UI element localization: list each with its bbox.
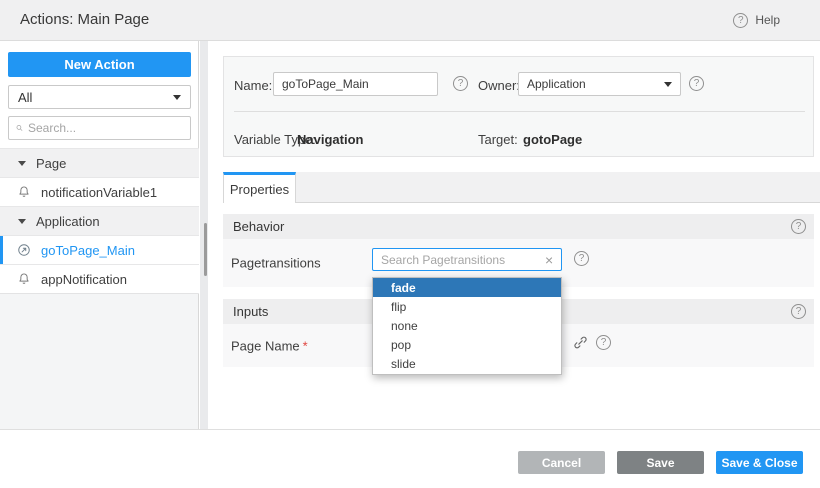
page-name-label: Page Name*	[231, 338, 308, 353]
dropdown-option-slide[interactable]: slide	[373, 355, 561, 374]
actions-editor-window: Actions: Main Page Help New Action All P…	[0, 0, 820, 488]
variable-type-value: Navigation	[297, 132, 363, 147]
dropdown-option-flip[interactable]: flip	[373, 297, 561, 316]
action-tree: Page notificationVariable1 Application	[0, 148, 199, 294]
action-summary-panel: Name:* Owner:* Application Variable Type…	[223, 56, 814, 157]
pagetransitions-dropdown: fade flip none pop slide	[372, 277, 562, 375]
tree-caret-icon	[18, 219, 26, 224]
required-asterisk: *	[303, 338, 308, 353]
tree-item-notificationvariable1[interactable]: notificationVariable1	[0, 178, 199, 207]
vertical-scrollbar-thumb[interactable]	[204, 223, 207, 276]
tree-item-label: appNotification	[41, 272, 127, 287]
notification-icon	[17, 185, 32, 200]
tree-group-label: Application	[36, 214, 100, 229]
help-button[interactable]: Help	[733, 0, 780, 40]
search-icon	[16, 122, 23, 134]
owner-value: Application	[527, 77, 586, 91]
tree-group-application[interactable]: Application	[0, 207, 199, 236]
page-title: Actions: Main Page	[20, 0, 149, 40]
behavior-help-icon[interactable]	[791, 219, 806, 234]
chevron-down-icon	[173, 95, 181, 100]
tab-properties[interactable]: Properties	[223, 172, 296, 203]
save-button[interactable]: Save	[617, 451, 704, 474]
navigation-icon	[17, 243, 32, 258]
help-icon	[733, 13, 748, 28]
tree-group-label: Page	[36, 156, 66, 171]
chevron-down-icon	[664, 82, 672, 87]
tree-group-page[interactable]: Page	[0, 149, 199, 178]
save-close-button[interactable]: Save & Close	[716, 451, 803, 474]
pagetransitions-search-input[interactable]	[373, 253, 545, 267]
tree-item-label: notificationVariable1	[41, 185, 157, 200]
actions-sidebar: New Action All Page	[0, 41, 199, 429]
dropdown-option-fade[interactable]: fade	[373, 278, 561, 297]
clear-icon[interactable]	[545, 253, 561, 267]
new-action-button[interactable]: New Action	[8, 52, 191, 77]
sidebar-empty-area	[0, 293, 198, 429]
filter-value: All	[18, 90, 32, 105]
notification-icon	[17, 272, 32, 287]
vertical-scrollbar-track[interactable]	[200, 41, 208, 429]
pagetransitions-label: Pagetransitions	[231, 256, 321, 271]
target-value: gotoPage	[523, 132, 582, 147]
inputs-title: Inputs	[233, 304, 268, 319]
footer-bar: Cancel Save Save & Close	[0, 429, 820, 488]
help-label: Help	[755, 13, 780, 27]
sidebar-search-input[interactable]	[28, 121, 183, 135]
sidebar-search	[8, 116, 191, 140]
name-input[interactable]	[273, 72, 438, 96]
target-label: Target:	[478, 132, 518, 147]
tree-item-appnotification[interactable]: appNotification	[0, 265, 199, 294]
owner-select[interactable]: Application	[518, 72, 681, 96]
pagetransitions-combobox	[372, 248, 562, 271]
tree-caret-icon	[18, 161, 26, 166]
dropdown-option-pop[interactable]: pop	[373, 336, 561, 355]
tab-strip: Properties	[223, 172, 820, 203]
owner-help-icon[interactable]	[689, 76, 704, 91]
behavior-section-header: Behavior	[223, 214, 814, 239]
cancel-button[interactable]: Cancel	[518, 451, 605, 474]
action-detail-panel: Name:* Owner:* Application Variable Type…	[208, 41, 820, 429]
panel-divider	[234, 111, 805, 112]
dropdown-option-none[interactable]: none	[373, 316, 561, 335]
page-name-help-icon[interactable]	[596, 335, 611, 350]
bind-link-icon[interactable]	[573, 335, 588, 350]
behavior-title: Behavior	[233, 219, 284, 234]
tree-item-label: goToPage_Main	[41, 243, 135, 258]
tree-item-gotopage-main[interactable]: goToPage_Main	[0, 236, 199, 265]
header-bar: Actions: Main Page Help	[0, 0, 820, 41]
inputs-help-icon[interactable]	[791, 304, 806, 319]
filter-select[interactable]: All	[8, 85, 191, 109]
name-help-icon[interactable]	[453, 76, 468, 91]
pagetransitions-help-icon[interactable]	[574, 251, 589, 266]
